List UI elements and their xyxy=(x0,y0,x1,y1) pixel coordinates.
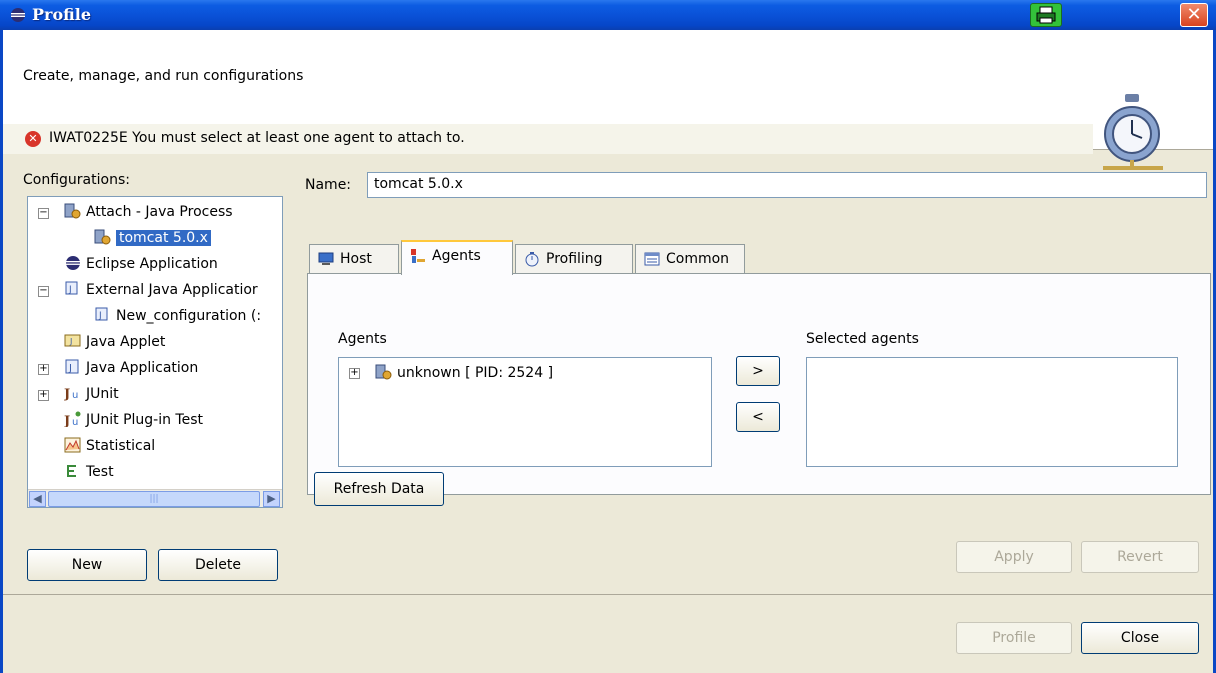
expand-toggle[interactable]: + xyxy=(349,368,360,379)
junit-icon: Ju xyxy=(64,387,78,401)
tree-item-external-java-application[interactable]: J External Java Applicatior xyxy=(64,281,258,303)
svg-text:u: u xyxy=(72,390,78,401)
scroll-left-button[interactable]: ◀ xyxy=(29,491,46,507)
statistical-icon xyxy=(64,437,81,453)
collapse-toggle[interactable]: − xyxy=(38,208,49,219)
junit-plugin-icon: Ju xyxy=(64,411,81,427)
horizontal-scrollbar[interactable]: ◀ ||| ▶ xyxy=(28,489,282,507)
delete-button[interactable]: Delete xyxy=(158,549,278,581)
dialog-header: Create, manage, and run configurations ✕… xyxy=(3,30,1213,170)
agent-list-item[interactable]: unknown [ PID: 2524 ] xyxy=(375,364,553,386)
bottom-separator xyxy=(3,594,1213,595)
tree-item-junit[interactable]: Ju JUnit xyxy=(64,385,119,407)
external-java-icon: J xyxy=(95,307,108,321)
refresh-data-button[interactable]: Refresh Data xyxy=(314,472,444,506)
tree-item-attach-java-process[interactable]: Attach - Java Process xyxy=(64,203,233,225)
scroll-right-button[interactable]: ▶ xyxy=(263,491,280,507)
common-icon xyxy=(644,252,660,266)
eclipse-icon xyxy=(66,256,80,270)
tree-item-label: tomcat 5.0.x xyxy=(116,230,211,246)
tree-item-new-configuration[interactable]: J New_configuration (: xyxy=(94,307,261,329)
selected-agents-list[interactable] xyxy=(806,357,1178,467)
tree-item-tomcat[interactable]: tomcat 5.0.x xyxy=(94,229,211,251)
tab-profiling[interactable]: Profiling xyxy=(515,244,633,274)
svg-text:J: J xyxy=(69,337,72,346)
collapse-toggle[interactable]: − xyxy=(38,286,49,297)
agents-label: Agents xyxy=(338,331,387,347)
profiling-icon xyxy=(525,252,539,267)
name-input[interactable]: tomcat 5.0.x xyxy=(367,172,1207,198)
remove-agent-button[interactable]: < xyxy=(736,402,780,432)
agents-panel: Agents Selected agents + unknown [ PID: … xyxy=(307,273,1211,506)
tab-common[interactable]: Common xyxy=(635,244,745,274)
java-app-icon: J xyxy=(65,359,79,374)
profile-window: Profile ✕ Create, manage, and run config… xyxy=(0,0,1216,673)
svg-text:J: J xyxy=(68,285,72,295)
svg-text:J: J xyxy=(98,311,102,321)
host-icon xyxy=(318,252,334,265)
apply-button[interactable]: Apply xyxy=(956,541,1072,573)
expand-toggle[interactable]: + xyxy=(38,390,49,401)
arrow-right-icon: ▶ xyxy=(267,492,276,505)
tab-host[interactable]: Host xyxy=(309,244,399,274)
configurations-label: Configurations: xyxy=(23,172,130,188)
title-bar[interactable]: Profile ✕ xyxy=(0,0,1216,30)
attach-icon xyxy=(94,229,111,245)
error-message: IWAT0225E You must select at least one a… xyxy=(49,130,465,146)
agents-icon xyxy=(411,249,425,263)
svg-text:J: J xyxy=(64,414,70,427)
print-button[interactable] xyxy=(1030,3,1062,27)
configurations-tree[interactable]: − Attach - Java Process tomcat 5.0.x Ecl… xyxy=(27,196,283,508)
expand-toggle[interactable]: + xyxy=(38,364,49,375)
close-window-button[interactable]: ✕ xyxy=(1180,3,1208,27)
error-message-bar: ✕ IWAT0225E You must select at least one… xyxy=(3,124,1093,154)
selected-agents-label: Selected agents xyxy=(806,331,919,347)
eclipse-icon xyxy=(11,8,25,22)
new-button[interactable]: New xyxy=(27,549,147,581)
tree-item-junit-plugin-test[interactable]: Ju JUnit Plug-in Test xyxy=(64,411,203,433)
tree-item-test[interactable]: Test xyxy=(64,463,114,485)
tree-item-java-applet[interactable]: J Java Applet xyxy=(64,333,165,355)
arrow-left-icon: ◀ xyxy=(33,492,42,505)
add-agent-button[interactable]: > xyxy=(736,356,780,386)
svg-text:J: J xyxy=(64,387,70,401)
printer-icon xyxy=(1036,6,1056,24)
external-java-icon: J xyxy=(65,281,78,295)
error-icon: ✕ xyxy=(25,131,41,147)
test-icon xyxy=(67,465,76,477)
window-title: Profile xyxy=(32,5,92,24)
tree-item-java-application[interactable]: J Java Application xyxy=(64,359,198,381)
scrollbar-thumb[interactable]: ||| xyxy=(48,491,260,507)
svg-text:u: u xyxy=(72,417,78,427)
close-button[interactable]: Close xyxy=(1081,622,1199,654)
tree-item-statistical[interactable]: Statistical xyxy=(64,437,155,459)
agents-list[interactable]: + unknown [ PID: 2524 ] xyxy=(338,357,712,467)
applet-icon: J xyxy=(64,334,81,347)
close-icon: ✕ xyxy=(1186,4,1202,25)
header-description: Create, manage, and run configurations xyxy=(23,68,304,84)
tab-agents[interactable]: Agents xyxy=(401,240,513,275)
tree-item-eclipse-application[interactable]: Eclipse Application xyxy=(64,255,218,277)
attach-icon xyxy=(375,364,392,380)
stopwatch-icon xyxy=(1103,94,1163,170)
attach-icon xyxy=(64,203,81,219)
revert-button[interactable]: Revert xyxy=(1081,541,1199,573)
svg-text:J: J xyxy=(68,363,72,374)
profile-button[interactable]: Profile xyxy=(956,622,1072,654)
name-label: Name: xyxy=(305,177,352,193)
